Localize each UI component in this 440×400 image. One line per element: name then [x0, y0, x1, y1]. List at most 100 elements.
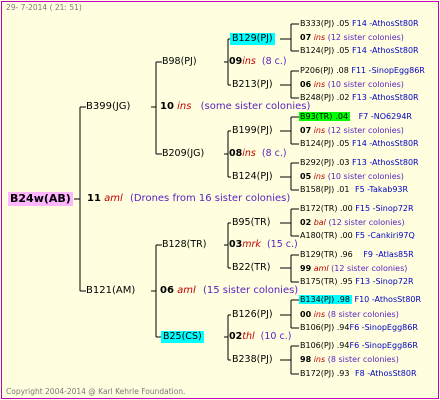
ancestor-link[interactable]: F14 -AthosSt80R	[352, 19, 419, 28]
ancestor-link[interactable]: F10 -AthosSt80R	[354, 295, 421, 304]
breed-code: aml	[177, 285, 196, 296]
ancestor-row[interactable]: B248(PJ) .02 F13 -AthosSt80R	[300, 93, 419, 103]
ancestor-value: .94	[336, 323, 350, 332]
ancestor-id: B124(PJ)	[300, 46, 335, 55]
drone-note: (12 sister colonies)	[331, 264, 408, 273]
parent-queen[interactable]: B399(JG)	[86, 101, 130, 113]
great-grandparent-generation-info: 98 ins (8 sister colonies)	[300, 355, 399, 365]
great-grandparent-generation-info: 07 ins (12 sister colonies)	[300, 33, 404, 43]
grandparent-generation-info: 02thl (10 c.)	[229, 331, 291, 343]
ancestor-row[interactable]: B106(PJ) .94F6 -SinopEgg86R	[300, 341, 418, 351]
generation-number: 05	[300, 172, 312, 181]
ancestor-value: .95	[340, 277, 353, 286]
ancestor-row[interactable]: B93(TR) .04 F7 -NO6294R	[299, 112, 412, 122]
ancestor-row[interactable]: B172(PJ) .93 F8 -AthosSt80R	[300, 369, 417, 379]
ancestor-value: .05	[336, 139, 350, 148]
ancestor-link[interactable]: F13 -AthosSt80R	[352, 158, 419, 167]
generation-number: 09	[229, 56, 243, 67]
great-grandparent-queen[interactable]: B129(PJ)	[230, 33, 275, 45]
generation-number: 08	[229, 148, 243, 159]
breed-code: ins	[177, 101, 192, 112]
ancestor-row[interactable]: B106(PJ) .94F6 -SinopEgg86R	[300, 323, 418, 333]
ancestor-link[interactable]: F8 -AthosSt80R	[355, 369, 417, 378]
ancestor-row[interactable]: B129(TR) .96 F9 -Atlas85R	[300, 250, 414, 260]
grandparent-queen[interactable]: B128(TR)	[162, 239, 206, 251]
great-grandparent-queen[interactable]: B126(PJ)	[232, 309, 273, 321]
drone-note: (10 c.)	[260, 331, 292, 342]
generation-number: 02	[300, 218, 312, 227]
grandparent-queen[interactable]: B209(JG)	[162, 148, 204, 160]
ancestor-row[interactable]: B124(PJ) .05 F14 -AthosSt80R	[300, 139, 419, 149]
drone-note: (Drones from 16 sister colonies)	[129, 193, 291, 204]
ancestor-link[interactable]: F6 -SinopEgg86R	[349, 341, 417, 350]
great-grandparent-queen[interactable]: B199(PJ)	[232, 125, 273, 137]
ancestor-link[interactable]: F14 -AthosSt80R	[352, 139, 419, 148]
ancestor-link[interactable]: F13 -AthosSt80R	[352, 93, 419, 102]
ancestor-id: B333(PJ)	[300, 19, 335, 28]
ancestor-row[interactable]: B124(PJ) .05 F14 -AthosSt80R	[300, 46, 419, 56]
great-grandparent-queen[interactable]: B213(PJ)	[232, 79, 273, 91]
ancestor-row[interactable]: B333(PJ) .05 F14 -AthosSt80R	[300, 19, 419, 29]
ancestor-link[interactable]: F11 -SinopEgg86R	[351, 66, 425, 75]
breed-code: bal	[313, 218, 326, 227]
ancestor-row[interactable]: A180(TR) .00 F5 -Cankiri97Q	[300, 231, 415, 241]
copyright-footer: Copyright 2004-2014 @ Karl Kehrle Founda…	[6, 387, 186, 396]
ancestor-link[interactable]: F14 -AthosSt80R	[352, 46, 419, 55]
grandparent-queen[interactable]: B25(CS)	[161, 331, 204, 343]
grandparent-queen[interactable]: B98(PJ)	[162, 56, 197, 68]
ancestor-link[interactable]: F13 -Sinop72R	[355, 277, 413, 286]
ancestor-row[interactable]: B292(PJ) .03 F13 -AthosSt80R	[300, 158, 419, 168]
ancestor-id: B134(PJ)	[299, 295, 336, 304]
ancestor-value: .02	[336, 93, 350, 102]
great-grandparent-queen[interactable]: B238(PJ)	[232, 354, 273, 366]
root-queen[interactable]: B24w(AB)	[8, 192, 73, 206]
drone-note: (8 c.)	[261, 56, 287, 67]
ancestor-value: .00	[339, 231, 353, 240]
ancestor-row[interactable]: B175(TR) .95 F13 -Sinop72R	[300, 277, 414, 287]
great-grandparent-queen[interactable]: B95(TR)	[232, 217, 270, 229]
ancestor-id: B292(PJ)	[300, 158, 335, 167]
generation-number: 00	[300, 310, 312, 319]
ancestor-id: B129(TR)	[300, 250, 338, 259]
drone-note: (12 sister colonies)	[328, 218, 405, 227]
generation-number: 06	[300, 80, 312, 89]
ancestor-link[interactable]: F6 -SinopEgg86R	[349, 323, 417, 332]
ancestor-row[interactable]: B134(PJ) .98 F10 -AthosSt80R	[299, 295, 421, 305]
ancestor-value: .93	[336, 369, 350, 378]
great-grandparent-queen[interactable]: B22(TR)	[232, 262, 270, 274]
generation-number: 03	[229, 239, 243, 250]
breed-code: aml	[313, 264, 329, 273]
parent-generation-info: 06 aml (15 sister colonies)	[160, 285, 298, 297]
great-grandparent-generation-info: 99 aml (12 sister colonies)	[300, 264, 407, 274]
ancestor-link[interactable]: F5 -Takab93R	[355, 185, 408, 194]
parent-queen[interactable]: B121(AM)	[86, 285, 135, 297]
ancestor-id: B172(PJ)	[300, 369, 335, 378]
generation-number: 02	[229, 331, 243, 342]
drone-note: (12 sister colonies)	[327, 126, 404, 135]
ancestor-link[interactable]: F5 -Cankiri97Q	[355, 231, 415, 240]
ancestor-link[interactable]: F7 -NO6294R	[359, 112, 412, 121]
drone-note: (8 sister colonies)	[327, 310, 399, 319]
ancestor-row[interactable]: P206(PJ) .08 F11 -SinopEgg86R	[300, 66, 425, 76]
drone-note: (8 c.)	[261, 148, 287, 159]
great-grandparent-queen[interactable]: B124(PJ)	[232, 171, 273, 183]
drone-note: (8 sister colonies)	[327, 355, 399, 364]
breed-code: ins	[242, 56, 256, 67]
ancestor-row[interactable]: B172(TR) .00 F15 -Sinop72R	[300, 204, 414, 214]
breed-code: mrk	[242, 239, 261, 250]
drone-note: (10 sister colonies)	[327, 172, 404, 181]
great-grandparent-generation-info: 06 ins (10 sister colonies)	[300, 80, 404, 90]
drone-note: (10 sister colonies)	[327, 80, 404, 89]
breed-code: ins	[313, 33, 326, 42]
ancestor-id: B172(TR)	[300, 204, 338, 213]
ancestor-value: .04	[333, 112, 351, 121]
ancestor-id: B175(TR)	[300, 277, 338, 286]
ancestor-link[interactable]: F9 -Atlas85R	[363, 250, 413, 259]
ancestor-id: B93(TR)	[299, 112, 334, 121]
ancestor-row[interactable]: B158(PJ) .01 F5 -Takab93R	[300, 185, 408, 195]
generation-number: 06	[160, 285, 174, 296]
breed-code: aml	[104, 193, 123, 204]
ancestor-value: .98	[335, 295, 352, 304]
ancestor-link[interactable]: F15 -Sinop72R	[355, 204, 413, 213]
generation-number: 07	[300, 126, 312, 135]
